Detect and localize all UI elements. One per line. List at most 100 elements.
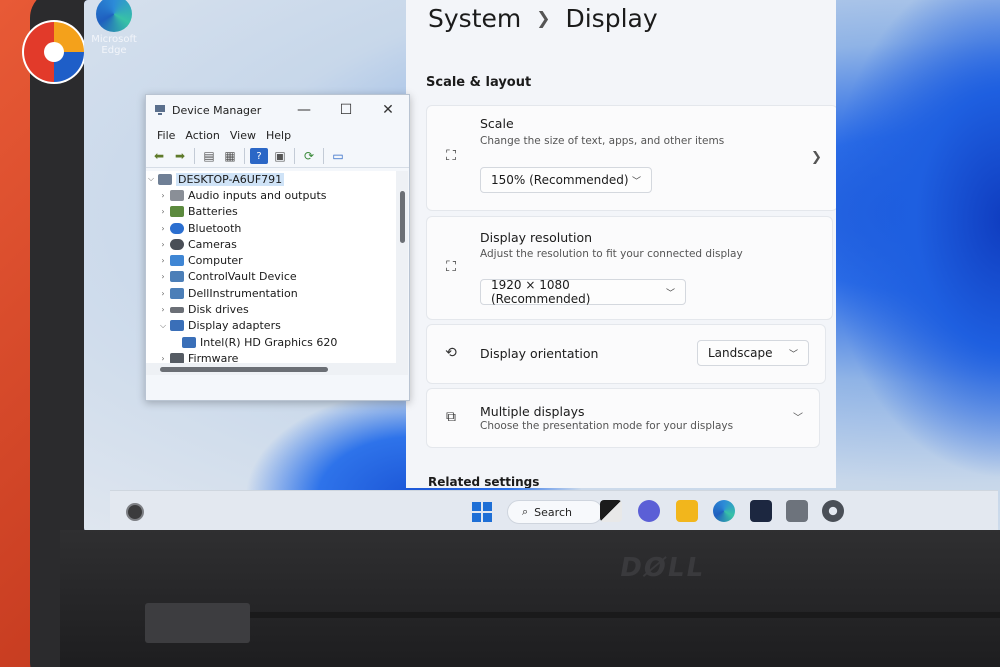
menu-file[interactable]: File (152, 129, 180, 142)
disk-icon (170, 306, 184, 313)
tree-item[interactable]: › Bluetooth (146, 220, 396, 236)
scale-dropdown-value: 150% (Recommended) (491, 173, 629, 187)
tree-item[interactable]: › Batteries (146, 204, 396, 220)
properties-icon[interactable]: ▤ (200, 148, 218, 164)
tree-item-label: Firmware (188, 351, 239, 363)
expand-chevron-icon[interactable]: ⌵ (146, 174, 156, 184)
tree-item[interactable]: › Disk drives (146, 301, 396, 317)
page-title: Display (565, 4, 658, 33)
help-icon[interactable]: ? (250, 148, 268, 164)
start-button[interactable] (472, 502, 492, 522)
tree-item-label: Computer (188, 254, 243, 268)
maximize-button[interactable]: ☐ (325, 102, 367, 118)
expand-chevron-icon[interactable]: › (158, 305, 168, 314)
expand-chevron-icon[interactable]: › (158, 207, 168, 216)
menu-help[interactable]: Help (261, 129, 296, 142)
laptop-chin (60, 530, 1000, 667)
breadcrumb-system[interactable]: System (428, 4, 521, 33)
tree-item[interactable]: › Audio inputs and outputs (146, 187, 396, 203)
list-icon[interactable]: ▦ (221, 148, 239, 164)
forward-arrow-icon[interactable]: ➡ (171, 148, 189, 164)
chevron-down-icon[interactable]: ﹀ (793, 409, 803, 424)
section-heading: Scale & layout (426, 75, 532, 90)
minimize-button[interactable]: — (283, 102, 325, 118)
widgets-icon[interactable] (126, 503, 144, 521)
tree-item[interactable]: Intel(R) HD Graphics 620 (146, 334, 396, 350)
tree-item[interactable]: › Firmware (146, 350, 396, 363)
wallpaper-bloom-right (824, 0, 1000, 480)
tree-root[interactable]: ⌵ DESKTOP-A6UF791 (146, 171, 396, 187)
taskbar-search[interactable]: ⌕ Search (507, 500, 603, 524)
update-driver-icon[interactable]: ▣ (271, 148, 289, 164)
expand-chevron-icon[interactable]: › (158, 224, 168, 233)
scan-hardware-icon[interactable]: ⟳ (300, 148, 318, 164)
toolbar: ⬅ ➡ ▤ ▦ ? ▣ ⟳ ▭ (146, 145, 409, 168)
device-manager-taskbar-icon[interactable] (786, 500, 808, 522)
tree-item[interactable]: ⌵ Display adapters (146, 318, 396, 334)
scale-description: Change the size of text, apps, and other… (480, 135, 725, 147)
tree-item-label: Batteries (188, 205, 238, 219)
resolution-card[interactable]: ⛶ Display resolution Adjust the resoluti… (426, 216, 833, 320)
vertical-scrollbar[interactable] (396, 171, 408, 363)
tree-item-label: ControlVault Device (188, 270, 297, 284)
search-icon: ⌕ (522, 505, 529, 518)
expand-chevron-icon[interactable]: › (158, 191, 168, 200)
horizontal-scrollbar[interactable] (146, 363, 408, 375)
back-arrow-icon[interactable]: ⬅ (150, 148, 168, 164)
monitor-icon[interactable]: ▭ (329, 148, 347, 164)
expand-chevron-icon[interactable]: › (158, 240, 168, 249)
tree-item[interactable]: › Computer (146, 252, 396, 268)
orientation-card[interactable]: ⟲ Display orientation Landscape ﹀ (426, 324, 826, 384)
orientation-dropdown-value: Landscape (708, 346, 773, 360)
expand-chevron-icon[interactable]: › (158, 272, 168, 281)
settings-gear-icon[interactable] (822, 500, 844, 522)
store-icon[interactable] (750, 500, 772, 522)
menu-view[interactable]: View (225, 129, 261, 142)
firmware-icon (170, 352, 184, 363)
orientation-dropdown[interactable]: Landscape ﹀ (697, 340, 809, 366)
tree-item[interactable]: › Cameras (146, 236, 396, 252)
expand-chevron-icon[interactable]: › (158, 354, 168, 363)
expand-chevron-icon[interactable]: › (158, 289, 168, 298)
collapse-chevron-icon[interactable]: ⌵ (158, 321, 168, 331)
hinge (145, 603, 250, 643)
chevron-right-icon: ❯ (811, 150, 822, 165)
speaker-icon (170, 189, 184, 201)
edge-icon (96, 0, 132, 32)
multiple-displays-description: Choose the presentation mode for your di… (480, 420, 734, 432)
tree-item-label: DESKTOP-A6UF791 (176, 172, 285, 186)
edge-icon[interactable] (713, 500, 735, 522)
file-explorer-icon[interactable] (676, 500, 698, 522)
battery-icon (170, 206, 184, 218)
orientation-icon: ⟲ (445, 345, 457, 361)
breadcrumb: System ❯ Display (428, 4, 658, 33)
device-manager-window: Device Manager — ☐ ✕ File Action View He… (145, 94, 410, 401)
windows-logo-icon (483, 502, 492, 511)
task-view-icon[interactable] (600, 500, 622, 522)
brand-watermark-logo (22, 20, 86, 84)
device-manager-titlebar[interactable]: Device Manager — ☐ ✕ (146, 95, 409, 125)
scrollbar-thumb[interactable] (160, 367, 328, 372)
close-button[interactable]: ✕ (367, 102, 409, 118)
resolution-description: Adjust the resolution to fit your connec… (480, 248, 743, 260)
resolution-dropdown[interactable]: 1920 × 1080 (Recommended) ﹀ (480, 278, 686, 306)
tree-item-label: Bluetooth (188, 221, 242, 235)
expand-chevron-icon[interactable]: › (158, 256, 168, 265)
display-adapter-icon (170, 320, 184, 332)
tree-item[interactable]: › DellInstrumentation (146, 285, 396, 301)
menu-action[interactable]: Action (180, 129, 224, 142)
scale-card[interactable]: ⛶ Scale Change the size of text, apps, a… (426, 105, 836, 211)
toolbar-divider (244, 148, 245, 164)
device-icon (170, 287, 184, 299)
desktop-icon-edge[interactable]: Microsoft Edge (84, 0, 144, 56)
settings-window: System ❯ Display Scale & layout ⛶ Scale … (406, 0, 836, 488)
scale-dropdown[interactable]: 150% (Recommended) ﹀ (480, 167, 652, 193)
chat-icon[interactable] (638, 500, 660, 522)
tree-item[interactable]: › ControlVault Device (146, 269, 396, 285)
resolution-dropdown-value: 1920 × 1080 (Recommended) (491, 278, 591, 306)
scrollbar-thumb[interactable] (400, 191, 405, 243)
desktop-icon-label-2: Edge (101, 45, 127, 56)
multiple-displays-card[interactable]: ⧉ Multiple displays Choose the presentat… (426, 388, 820, 448)
monitor-icon (170, 255, 184, 267)
chevron-down-icon: ﹀ (788, 349, 798, 360)
